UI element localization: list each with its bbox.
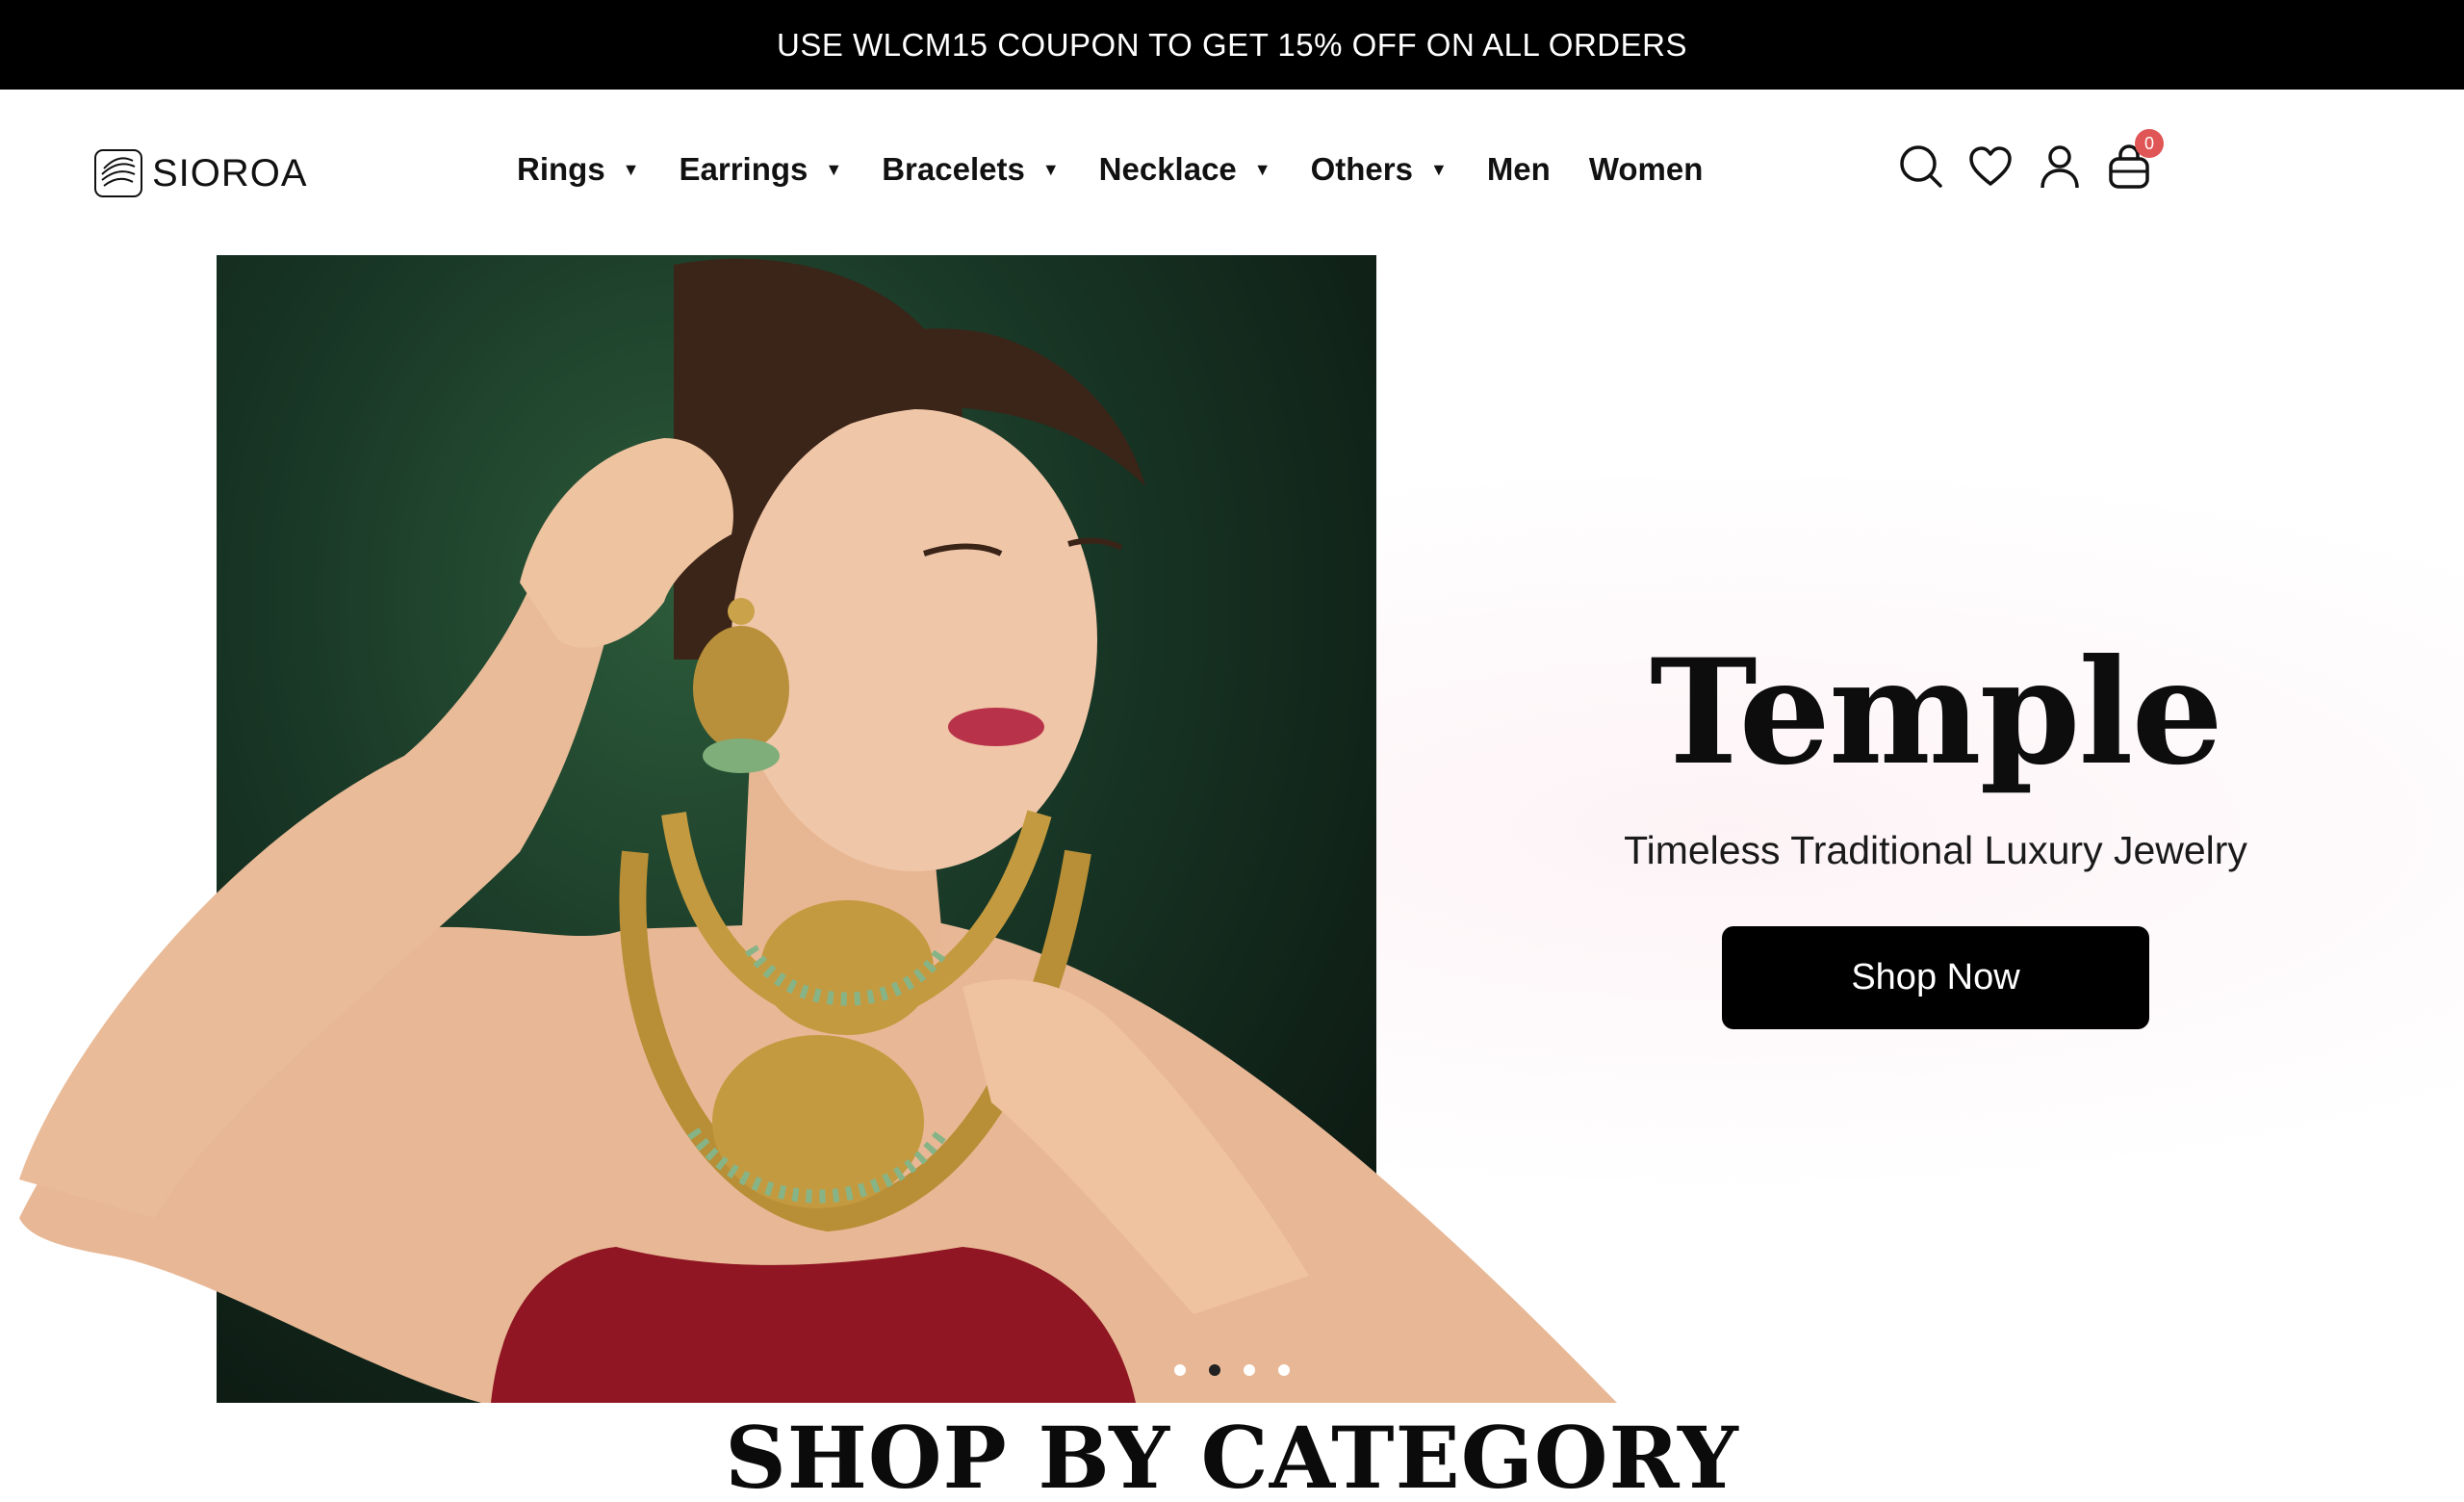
site-header: SIOROA Rings ▼ Earrings ▼ Bracelets ▼ Ne… xyxy=(0,90,2464,255)
carousel-dot-1[interactable] xyxy=(1174,1364,1186,1376)
brand-name: SIOROA xyxy=(152,151,308,194)
nav-item-earrings[interactable]: Earrings ▼ xyxy=(680,151,843,188)
carousel-dot-4[interactable] xyxy=(1278,1364,1290,1376)
nav-item-label: Earrings xyxy=(679,151,808,187)
search-button[interactable] xyxy=(1898,143,1944,190)
nav-item-label: Bracelets xyxy=(882,151,1025,187)
shop-now-button[interactable]: Shop Now xyxy=(1722,926,2149,1029)
caret-down-icon: ▼ xyxy=(825,159,843,179)
heart-icon xyxy=(1969,146,2012,186)
carousel-dot-2[interactable] xyxy=(1209,1364,1220,1376)
carousel-dot-3[interactable] xyxy=(1244,1364,1255,1376)
caret-down-icon: ▼ xyxy=(1429,159,1448,179)
caret-down-icon: ▼ xyxy=(1041,159,1060,179)
nav-item-label: Others xyxy=(1310,151,1413,187)
announcement-text: USE WLCM15 COUPON TO GET 15% OFF ON ALL … xyxy=(776,26,1687,63)
search-icon xyxy=(1900,145,1942,188)
nav-item-others[interactable]: Others ▼ xyxy=(1311,151,1448,188)
caret-down-icon: ▼ xyxy=(622,159,640,179)
nav-item-label: Necklace xyxy=(1098,151,1237,187)
hero-model-image xyxy=(19,258,1617,1403)
nav-item-label: Men xyxy=(1486,151,1551,187)
brand-logo[interactable]: SIOROA xyxy=(92,147,308,199)
announcement-bar: USE WLCM15 COUPON TO GET 15% OFF ON ALL … xyxy=(0,0,2464,90)
cart-count-badge: 0 xyxy=(2135,129,2164,158)
nav-item-rings[interactable]: Rings ▼ xyxy=(517,151,640,188)
cart-button[interactable]: 0 xyxy=(2106,129,2164,190)
shop-by-category-heading: SHOP BY CATEGORY xyxy=(725,1408,1739,1502)
nav-item-men[interactable]: Men xyxy=(1487,151,1551,188)
nav-item-women[interactable]: Women xyxy=(1589,151,1704,188)
user-icon xyxy=(2040,145,2079,189)
nav-item-label: Women xyxy=(1588,151,1704,187)
wishlist-button[interactable] xyxy=(1967,143,2014,190)
account-button[interactable] xyxy=(2037,143,2083,190)
hero-subtitle: Timeless Traditional Luxury Jewelry xyxy=(1624,828,2247,872)
nav-item-necklace[interactable]: Necklace ▼ xyxy=(1099,151,1271,188)
hero-title: Temple xyxy=(1650,628,2223,797)
nav-item-label: Rings xyxy=(517,151,605,187)
hero-banner: Temple Timeless Traditional Luxury Jewel… xyxy=(0,255,2464,1403)
carousel-dots xyxy=(1174,1364,1290,1376)
caret-down-icon: ▼ xyxy=(1253,159,1271,179)
logo-mark-icon xyxy=(94,149,142,197)
nav-item-bracelets[interactable]: Bracelets ▼ xyxy=(882,151,1059,188)
main-nav: Rings ▼ Earrings ▼ Bracelets ▼ Necklace … xyxy=(517,151,1741,188)
header-icons: 0 xyxy=(1898,129,2164,190)
hero-copy: Temple Timeless Traditional Luxury Jewel… xyxy=(1540,640,2331,1029)
